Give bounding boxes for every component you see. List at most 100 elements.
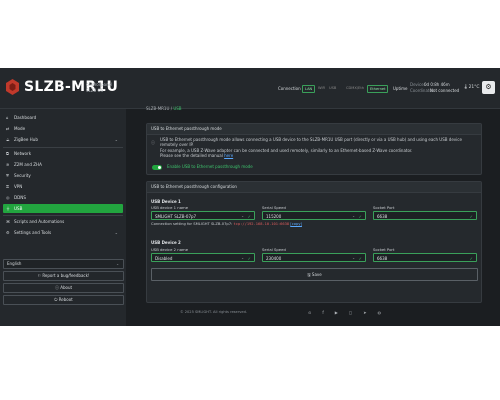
device1-port-value: 6638 [377,214,388,219]
top-header: SLZB-MR1U control panel SLZB OS Connecti… [0,68,500,109]
logo-icon [6,79,19,95]
temperature-value: 21°C [468,85,480,90]
gear-icon: ⚙ [6,230,10,235]
sidebar-item-label: Z2M and ZHA [14,162,42,167]
vpn-icon: ⚿ [6,184,10,189]
sidebar: ⌂ Dashboard ⇄ Mode ⟁ ZigBee Hub ⌄ ⧉ Network ≋… [0,109,126,326]
settings-gear-icon[interactable]: ⚙ [482,81,495,94]
device1-heading: USB Device 1 [151,199,181,204]
sidebar-item-zigbee-hub[interactable]: ⟁ ZigBee Hub ⌄ [3,135,123,144]
chevron-down-icon: ⌄ [352,214,355,218]
footer-copyright: © 2025 SMLIGHT. All rights reserved. [180,310,247,314]
device1-connection-setting: Connection setting for SMLIGHT SLZB-07p7… [151,222,302,227]
device2-port-input[interactable]: 6638 ✓ [373,253,477,262]
sidebar-item-z2m-zha[interactable]: ≋ Z2M and ZHA [3,160,123,169]
web-icon[interactable]: ◍ [378,310,382,315]
conn-usb-badge: USB [329,86,337,90]
manual-prefix: Please see the detailed manual [160,153,223,159]
reboot-label: Reboot [58,297,73,302]
copy-link[interactable]: [copy] [290,222,302,226]
sidebar-item-vpn[interactable]: ⚿ VPN [3,182,123,191]
temperature-readout: 🌡21°C [463,85,479,90]
footer-social-links: ⊙ f ▶ ◻ ➤ ◍ [308,310,392,315]
mode-description: USB to Ethernet passthrough mode allows … [160,137,478,159]
device1-name-select[interactable]: SMLIGHT SLZB-07p7 ⌄ ✓ [151,211,255,220]
sidebar-item-dashboard[interactable]: ⌂ Dashboard [3,113,123,122]
breadcrumb-separator: / [170,106,173,111]
mode-description-line1: USB to Ethernet passthrough mode allows … [160,137,462,148]
github-icon[interactable]: ⊙ [308,310,311,315]
device-uptime: 0d 0:8h 46m [424,82,450,87]
instagram-icon[interactable]: ◻ [349,310,352,315]
device2-speed-select[interactable]: 230400 ⌄ ✓ [262,253,366,262]
facebook-icon[interactable]: f [322,310,323,315]
sidebar-item-settings[interactable]: ⚙ Settings and Tools ⌄ [3,228,123,237]
device2-name-select[interactable]: Disabled ⌄ ✓ [151,253,255,262]
sidebar-item-usb[interactable]: ⏚ USB [3,204,123,213]
connection-url: tcp://192.168.10.101:6638 [233,222,290,226]
card-title: USB to Ethernet passthrough configuratio… [147,182,481,193]
mode-description-line3: Please see the detailed manual here [160,153,478,158]
youtube-icon[interactable]: ▶ [335,310,338,315]
layers-icon: ≋ [6,162,10,167]
sidebar-item-label: USB [14,206,23,211]
uptime-label: Uptime [393,86,408,91]
sidebar-item-scripts[interactable]: ⌘ Scripts and Automations [3,217,123,226]
brand-os: SLZB OS [86,88,104,93]
script-icon: ⌘ [6,219,10,224]
divider [3,215,123,216]
telegram-icon[interactable]: ➤ [363,310,366,315]
app-window: SLZB-MR1U control panel SLZB OS Connecti… [0,68,500,326]
about-button[interactable]: ⓘ About [3,283,124,293]
sidebar-item-mode[interactable]: ⇄ Mode [3,124,123,133]
device-label: Device: [410,82,426,87]
check-icon: ✓ [247,256,251,261]
check-icon: ✓ [358,214,362,219]
shield-icon: ⛨ [6,173,9,178]
brand-subtitle: control panel [86,82,113,87]
device2-speed-value: 230400 [266,256,282,261]
sidebar-item-security[interactable]: ⛨ Security [3,171,123,180]
device2-port-value: 6638 [377,256,388,261]
sidebar-item-label: DDNS [14,195,26,200]
conn-ethernet-badge: Ethernet [367,85,389,93]
network-icon: ⧉ [6,151,9,156]
sidebar-item-label: Security [14,173,31,178]
globe-icon: ◎ [6,195,10,200]
card-title: USB to Ethernet passthrough mode [147,124,481,135]
divider [3,147,123,148]
passthrough-toggle[interactable] [152,165,162,170]
report-bug-button[interactable]: ⚐ Report a bug/feedback! [3,271,124,281]
chevron-down-icon: ⌄ [352,256,355,260]
device2-name-label: USB device 2 name [151,247,189,252]
chevron-down-icon: ⌄ [116,262,119,266]
sidebar-item-label: Settings and Tools [14,230,52,235]
usb-icon: ⏚ [6,206,10,211]
sidebar-item-ddns[interactable]: ◎ DDNS [3,193,123,202]
device1-speed-select[interactable]: 115200 ⌄ ✓ [262,211,366,220]
toggle-label: Enable USB to Ethernet passthrough mode [167,164,253,169]
conn-lan-badge: LAN [302,85,316,93]
manual-link[interactable]: here [224,153,233,158]
about-label: About [60,285,73,290]
device1-speed-value: 115200 [266,214,282,219]
chevron-down-icon: ⌄ [241,214,244,218]
conn-wifi-badge: WiFi [318,86,326,90]
device1-port-input[interactable]: 6638 ✓ [373,211,477,220]
chevron-down-icon: ⌄ [114,230,118,235]
breadcrumb-root[interactable]: SLZB-MR1U [146,106,169,111]
passthrough-config-card: USB to Ethernet passthrough configuratio… [146,181,482,303]
sidebar-item-network[interactable]: ⧉ Network [3,149,123,158]
reboot-button[interactable]: ⏻ Reboot [3,295,124,305]
save-button[interactable]: 🖫 Save [151,268,478,281]
passthrough-mode-card: USB to Ethernet passthrough mode ⓘ USB t… [146,123,482,175]
language-value: English [7,261,22,266]
info-icon: ⓘ [151,140,155,145]
connection-label: Connection [278,86,301,91]
swap-icon: ⇄ [6,126,10,131]
language-select[interactable]: English ⌄ [3,259,124,269]
device2-speed-label: Serial Speed [262,247,286,252]
check-icon: ✓ [247,214,251,219]
device2-port-label: Socket Port [373,247,395,252]
device1-speed-label: Serial Speed [262,205,286,210]
